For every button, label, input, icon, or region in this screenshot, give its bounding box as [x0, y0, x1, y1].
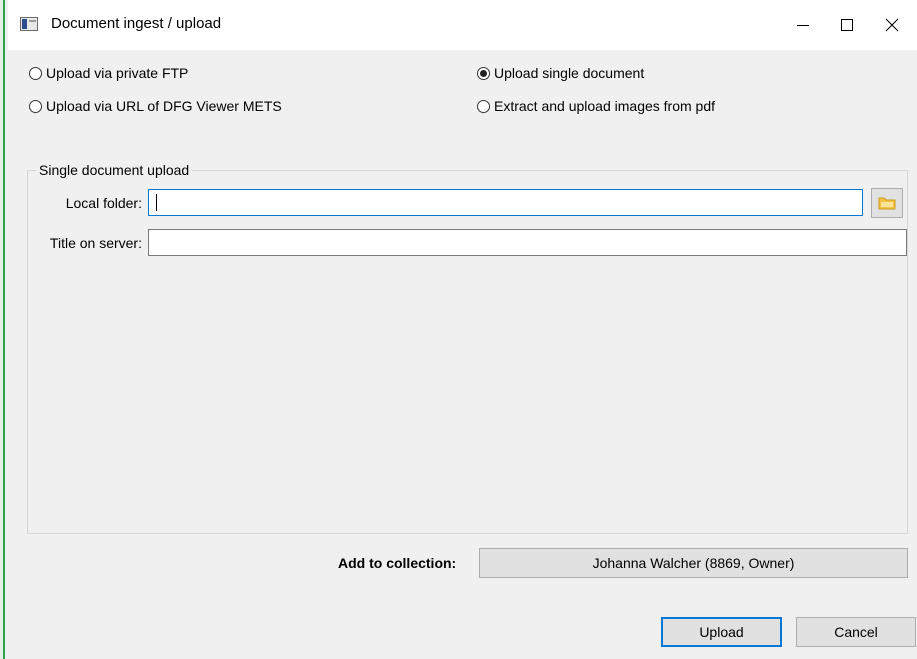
- option-dfg-viewer-mets[interactable]: Upload via URL of DFG Viewer METS: [29, 98, 282, 114]
- radio-extract-pdf[interactable]: [477, 99, 490, 113]
- folder-icon: [878, 197, 896, 210]
- browse-folder-button[interactable]: [871, 188, 903, 218]
- add-to-collection-label: Add to collection:: [338, 555, 457, 571]
- text-caret: [156, 194, 157, 211]
- collection-select-button[interactable]: Johanna Walcher (8869, Owner): [479, 548, 908, 578]
- title-on-server-label: Title on server:: [49, 235, 142, 251]
- radio-private-ftp[interactable]: [29, 66, 42, 80]
- local-folder-label: Local folder:: [65, 195, 142, 211]
- maximize-button[interactable]: [827, 10, 867, 40]
- option-extract-pdf-label: Extract and upload images from pdf: [494, 98, 716, 114]
- cancel-button[interactable]: Cancel: [796, 617, 916, 647]
- radio-dfg-viewer-mets[interactable]: [29, 99, 42, 113]
- option-single-document[interactable]: Upload single document: [477, 65, 644, 81]
- maximize-icon: [841, 19, 853, 31]
- title-on-server-input[interactable]: [148, 229, 907, 256]
- upload-button[interactable]: Upload: [661, 617, 782, 647]
- group-title: Single document upload: [36, 162, 193, 178]
- minimize-icon: [797, 25, 809, 26]
- background-window-edge: [0, 0, 5, 659]
- minimize-button[interactable]: [783, 10, 823, 40]
- option-private-ftp-label: Upload via private FTP: [46, 65, 189, 81]
- single-document-upload-group: [27, 170, 908, 534]
- option-single-document-label: Upload single document: [494, 65, 645, 81]
- local-folder-input[interactable]: [148, 189, 863, 216]
- app-icon: [20, 17, 38, 31]
- option-extract-pdf[interactable]: Extract and upload images from pdf: [477, 98, 715, 114]
- close-button[interactable]: [872, 10, 912, 40]
- option-private-ftp[interactable]: Upload via private FTP: [29, 65, 188, 81]
- window-title: Document ingest / upload: [51, 15, 222, 32]
- option-dfg-viewer-mets-label: Upload via URL of DFG Viewer METS: [46, 98, 282, 114]
- close-icon: [885, 18, 899, 32]
- radio-single-document[interactable]: [477, 66, 490, 80]
